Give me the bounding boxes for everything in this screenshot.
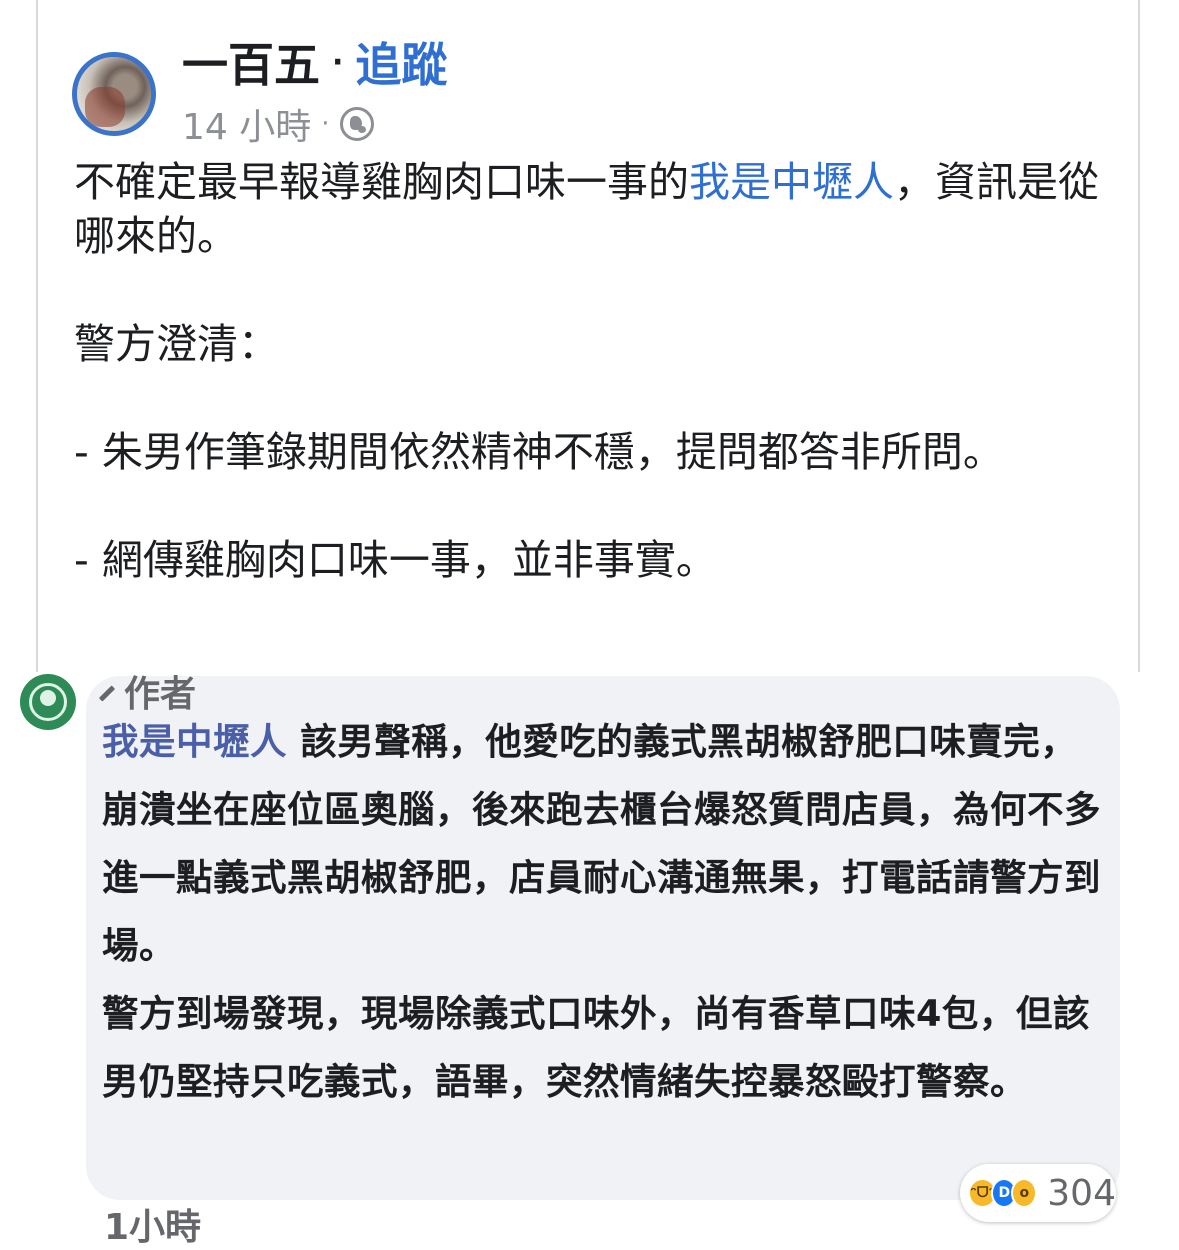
follow-button[interactable]: 追蹤: [355, 29, 447, 95]
commenter-name[interactable]: 我是中壢人: [102, 720, 287, 763]
reaction-count: 304: [1047, 1172, 1116, 1214]
post-body: 不確定最早報導雞胸肉口味一事的我是中壢人，資訊是從哪來的。 警方澄清： - 朱男…: [74, 155, 1104, 587]
post-paragraph: - 網傳雞胸肉口味一事，並非事實。: [74, 536, 717, 584]
author-avatar[interactable]: [72, 52, 156, 136]
comment-paragraph: 警方到場發現，現場除義式口味外，尚有香草口味4包，但該男仍堅持只吃義式，語畢，突…: [102, 992, 1090, 1103]
page-mention-link[interactable]: 我是中壢人: [689, 158, 894, 206]
comment-paragraph: 我是中壢人 該男聲稱，他愛吃的義式黑胡椒舒肥口味賣完，崩潰坐在座位區奧腦，後來跑…: [102, 720, 1101, 967]
comment-timestamp[interactable]: 1小時: [104, 1198, 201, 1250]
globe-icon[interactable]: [339, 107, 374, 141]
commenter-avatar[interactable]: [20, 674, 76, 730]
post-paragraph: - 朱男作筆錄期間依然精神不穩，提問都答非所問。: [74, 428, 1004, 476]
post-paragraph: 警方澄清：: [74, 320, 279, 368]
post-author-name[interactable]: 一百五: [182, 29, 320, 95]
pencil-icon: [98, 684, 116, 702]
post-paragraph: 不確定最早報導雞胸肉口味一事的我是中壢人，資訊是從哪來的。: [74, 158, 1099, 260]
reaction-summary[interactable]: ᵔᗜᵔ D o 304: [960, 1164, 1116, 1222]
post-header: 一百五 · 追蹤: [182, 32, 447, 92]
separator-dot: ·: [321, 109, 330, 139]
wow-icon: o: [1011, 1178, 1038, 1208]
post-timestamp[interactable]: 14 小時: [182, 98, 311, 150]
post-meta: 14 小時 ·: [182, 102, 374, 148]
comment-text: 我是中壢人 該男聲稱，他愛吃的義式黑胡椒舒肥口味賣完，崩潰坐在座位區奧腦，後來跑…: [102, 708, 1102, 1116]
separator-dot: ·: [332, 44, 344, 80]
